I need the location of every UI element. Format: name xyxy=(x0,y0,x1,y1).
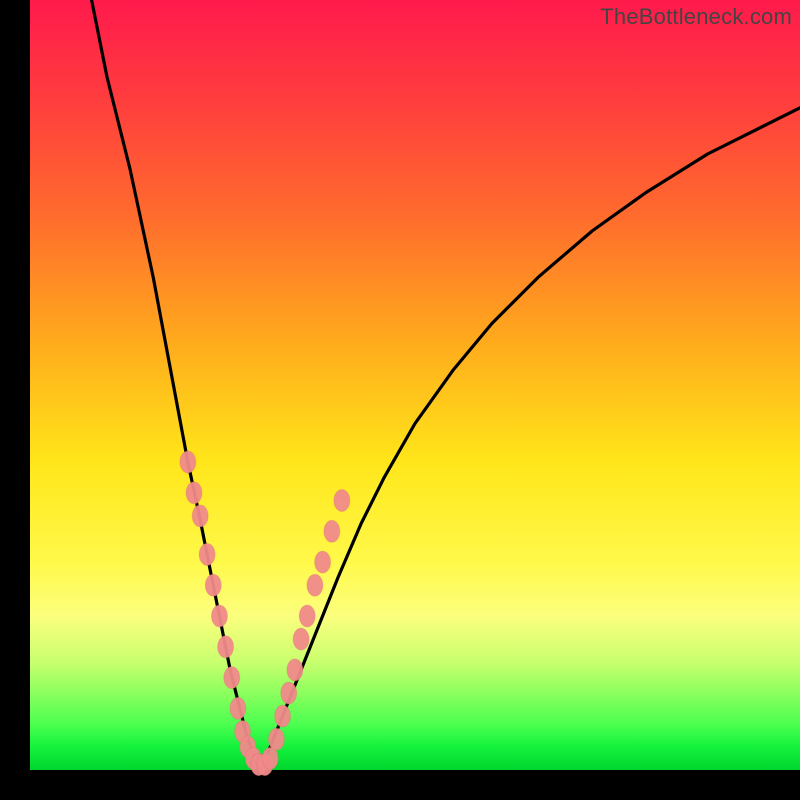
chart-frame: TheBottleneck.com xyxy=(0,0,800,800)
curve-right xyxy=(261,108,800,770)
chart-svg xyxy=(30,0,800,770)
plot-area: TheBottleneck.com xyxy=(30,0,800,770)
curve-left xyxy=(92,0,261,770)
